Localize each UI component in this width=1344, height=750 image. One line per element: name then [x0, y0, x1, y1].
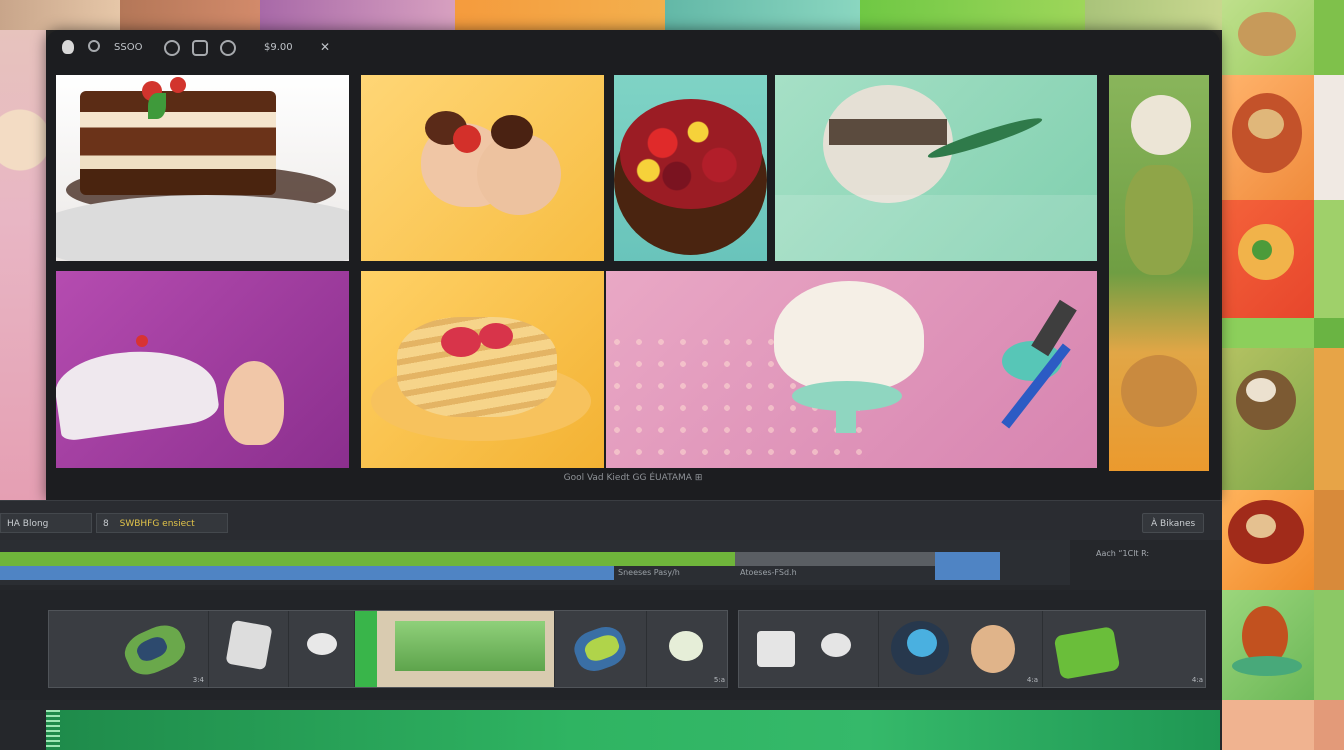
clip-group-2: 4:a 4:a	[738, 610, 1206, 688]
clip-label: 3:4	[192, 676, 204, 684]
clip-thumbnails: 3:4 5:a 4:a 4:a	[0, 590, 1222, 700]
clip[interactable]	[289, 611, 355, 687]
bg-tile	[0, 30, 46, 500]
track-label-a: Sneeses Pasy/h	[618, 568, 680, 577]
tab-number: 8	[103, 519, 109, 529]
food-tile	[1222, 590, 1344, 700]
bg-tile	[455, 0, 665, 30]
clip[interactable]: 3:4	[49, 611, 209, 687]
clip[interactable]: 4:a	[879, 611, 1043, 687]
clip[interactable]	[209, 611, 289, 687]
track-video-green[interactable]	[0, 552, 735, 566]
bg-tile	[665, 0, 860, 30]
media-tile-cake[interactable]	[56, 75, 349, 261]
food-tile	[1222, 348, 1344, 490]
timeline-toolbar: HA Blong 8 SWBHFG ensiect À Bikanes	[0, 500, 1222, 540]
bg-tile	[860, 0, 1085, 30]
bg-tile	[1085, 0, 1225, 30]
record-icon[interactable]	[88, 40, 100, 52]
clip[interactable]	[739, 611, 879, 687]
share-icon[interactable]	[192, 40, 208, 56]
clip[interactable]: 4:a	[1043, 611, 1207, 687]
close-icon[interactable]: ✕	[320, 40, 330, 54]
tab-effects[interactable]: 8 SWBHFG ensiect	[96, 513, 228, 533]
clip[interactable]	[555, 611, 647, 687]
side-info: Aach “1Clt R:	[1096, 549, 1150, 558]
right-food-column	[1222, 0, 1344, 750]
media-strip-right[interactable]	[1109, 75, 1209, 471]
food-tile	[1222, 200, 1344, 318]
playhead-marks	[46, 710, 60, 750]
clip-label: 5:a	[713, 676, 725, 684]
track-audio-blue[interactable]	[935, 552, 1000, 580]
tab-blong[interactable]: HA Blong	[0, 513, 92, 533]
bg-tile	[260, 0, 455, 30]
clip-selected[interactable]	[355, 611, 555, 687]
title-bar: SSOO $9.00 ✕	[46, 30, 1220, 72]
track-label-b: Atoeses-FSd.h	[740, 568, 797, 577]
clip-label: 4:a	[1026, 676, 1038, 684]
help-icon[interactable]	[220, 40, 236, 56]
media-tile-whipped-cream[interactable]	[56, 271, 349, 468]
media-tile-chocolates[interactable]	[361, 75, 604, 261]
tab-effects-label: SWBHFG ensiect	[119, 519, 195, 529]
food-tile	[1222, 700, 1344, 750]
bg-tile	[120, 0, 260, 30]
title-price: $9.00	[264, 42, 293, 53]
food-tile	[1222, 0, 1344, 75]
preview-caption: Gool Vad Kiedt GG ÉUATAMA ⊞	[563, 473, 703, 483]
food-tile	[1222, 75, 1344, 200]
food-tile	[1222, 490, 1344, 590]
bottom-green-bar	[46, 710, 1220, 750]
clip[interactable]: 5:a	[647, 611, 729, 687]
food-tile	[1222, 318, 1344, 348]
media-tile-cake-stand[interactable]	[606, 271, 1097, 468]
bg-tile	[0, 0, 120, 30]
editor-window: SSOO $9.00 ✕ Gool Vad Kiedt GG ÉUATAMA ⊞	[46, 30, 1220, 500]
media-tile-berries[interactable]	[614, 75, 767, 261]
track-video-blue[interactable]	[0, 566, 614, 580]
media-tile-ice-cream[interactable]	[775, 75, 1097, 261]
title-label-a: SSOO	[114, 42, 143, 53]
bikanes-button[interactable]: À Bikanes	[1142, 513, 1205, 533]
clip-label: 4:a	[1191, 676, 1203, 684]
clip-group-1: 3:4 5:a	[48, 610, 728, 688]
media-tile-waffle[interactable]	[361, 271, 604, 468]
track-area	[0, 540, 1070, 585]
app-logo-icon	[62, 40, 74, 54]
settings-icon[interactable]	[164, 40, 180, 56]
